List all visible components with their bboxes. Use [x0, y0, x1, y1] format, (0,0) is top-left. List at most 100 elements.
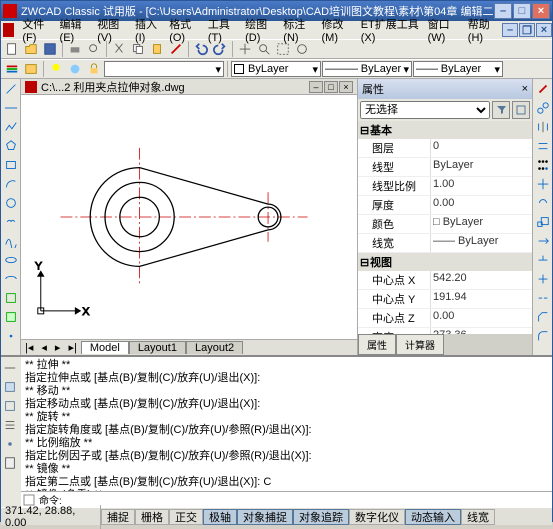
tab-calculator[interactable]: 计算器: [396, 334, 444, 355]
layer-state-button[interactable]: [22, 60, 40, 78]
scale-button[interactable]: [534, 213, 552, 231]
prop-row[interactable]: 线型比例1.00: [358, 177, 532, 196]
menu-help[interactable]: 帮助(H): [464, 16, 502, 44]
ellipse-button[interactable]: [2, 251, 20, 269]
array-button[interactable]: [534, 156, 552, 174]
menu-et[interactable]: ET扩展工具(X): [357, 16, 424, 44]
erase-button[interactable]: [534, 80, 552, 98]
id-button[interactable]: [1, 435, 19, 453]
freeze-icon[interactable]: [66, 60, 84, 78]
tab-layout2[interactable]: Layout2: [186, 341, 243, 354]
doc-close-button[interactable]: ×: [339, 81, 353, 93]
dist-button[interactable]: [1, 359, 19, 377]
rect-button[interactable]: [2, 156, 20, 174]
grid-toggle[interactable]: 栅格: [135, 509, 169, 525]
redo-button[interactable]: [211, 40, 229, 58]
undo-button[interactable]: [192, 40, 210, 58]
mdi-restore-button[interactable]: ❐: [519, 23, 535, 37]
close-button[interactable]: ×: [532, 3, 550, 19]
doc-min-button[interactable]: –: [309, 81, 323, 93]
lock-icon[interactable]: [85, 60, 103, 78]
prop-category[interactable]: ⊟基本: [358, 121, 532, 139]
zoom-window-button[interactable]: [274, 40, 292, 58]
point-button[interactable]: [2, 327, 20, 345]
copy-button[interactable]: [129, 40, 147, 58]
layout-next-button[interactable]: ▸: [51, 341, 65, 354]
line-button[interactable]: [2, 80, 20, 98]
paste-button[interactable]: [148, 40, 166, 58]
properties-close-button[interactable]: ×: [522, 83, 528, 95]
bulb-icon[interactable]: [47, 60, 65, 78]
break-button[interactable]: [534, 289, 552, 307]
osnap-toggle[interactable]: 对象捕捉: [237, 509, 293, 525]
prop-row[interactable]: 线宽—— ByLayer: [358, 234, 532, 253]
calc-button[interactable]: [1, 454, 19, 472]
command-log[interactable]: ** 拉伸 **指定拉伸点或 [基点(B)/复制(C)/放弃(U)/退出(X)]…: [21, 357, 552, 491]
fillet-button[interactable]: [534, 327, 552, 345]
mdi-minimize-button[interactable]: –: [502, 23, 518, 37]
prop-row[interactable]: 中心点 Z0.00: [358, 309, 532, 328]
layout-prev-button[interactable]: ◂: [37, 341, 51, 354]
pickadd-button[interactable]: [512, 101, 530, 119]
quickselect-button[interactable]: [492, 101, 510, 119]
prop-row[interactable]: 线型ByLayer: [358, 158, 532, 177]
tab-properties[interactable]: 属性: [358, 334, 396, 355]
arc-button[interactable]: [2, 175, 20, 193]
doc-max-button[interactable]: □: [324, 81, 338, 93]
properties-grid[interactable]: ⊟基本图层0线型ByLayer线型比例1.00厚度0.00颜色□ ByLayer…: [358, 121, 532, 334]
region-button[interactable]: [1, 397, 19, 415]
mirror-button[interactable]: [534, 118, 552, 136]
menu-modify[interactable]: 修改(M): [318, 16, 357, 44]
dyn-toggle[interactable]: 动态输入: [405, 509, 461, 525]
tab-layout1[interactable]: Layout1: [129, 341, 186, 354]
stretch-button[interactable]: [534, 232, 552, 250]
insert-button[interactable]: [2, 289, 20, 307]
zoom-button[interactable]: [255, 40, 273, 58]
move-button[interactable]: [534, 175, 552, 193]
trim-button[interactable]: [534, 251, 552, 269]
color-select[interactable]: ByLayer▾: [231, 61, 321, 77]
pan-button[interactable]: [236, 40, 254, 58]
layout-first-button[interactable]: |◂: [21, 341, 37, 354]
ellipse-arc-button[interactable]: [2, 270, 20, 288]
circle-button[interactable]: [2, 194, 20, 212]
selection-select[interactable]: 无选择: [360, 101, 490, 119]
ortho-toggle[interactable]: 正交: [169, 509, 203, 525]
chamfer-button[interactable]: [534, 308, 552, 326]
revcloud-button[interactable]: [2, 213, 20, 231]
tablet-toggle[interactable]: 数字化仪: [349, 509, 405, 525]
prop-row[interactable]: 中心点 Y191.94: [358, 290, 532, 309]
lineweight-select[interactable]: —— ByLayer▾: [413, 61, 503, 77]
prop-row[interactable]: 厚度0.00: [358, 196, 532, 215]
save-button[interactable]: [41, 40, 59, 58]
polar-toggle[interactable]: 极轴: [203, 509, 237, 525]
open-button[interactable]: [22, 40, 40, 58]
prop-row[interactable]: 中心点 X542.20: [358, 271, 532, 290]
match-button[interactable]: [167, 40, 185, 58]
prop-category[interactable]: ⊟视图: [358, 253, 532, 271]
menu-window[interactable]: 窗口(W): [424, 16, 464, 44]
copy-obj-button[interactable]: [534, 99, 552, 117]
tab-model[interactable]: Model: [81, 341, 129, 354]
new-button[interactable]: [3, 40, 21, 58]
polygon-button[interactable]: [2, 137, 20, 155]
zoom-prev-button[interactable]: [293, 40, 311, 58]
viewport[interactable]: X Y: [21, 95, 357, 339]
linetype-select[interactable]: ——— ByLayer▾: [322, 61, 412, 77]
xline-button[interactable]: [2, 99, 20, 117]
coordinates[interactable]: 371.42, 28.88, 0.00: [1, 505, 101, 529]
extend-button[interactable]: [534, 270, 552, 288]
layout-last-button[interactable]: ▸|: [64, 341, 80, 354]
otrack-toggle[interactable]: 对象追踪: [293, 509, 349, 525]
preview-button[interactable]: [85, 40, 103, 58]
layer-select[interactable]: ▾: [104, 61, 224, 77]
offset-button[interactable]: [534, 137, 552, 155]
maximize-button[interactable]: □: [513, 3, 531, 19]
rotate-button[interactable]: [534, 194, 552, 212]
snap-toggle[interactable]: 捕捉: [101, 509, 135, 525]
list-button[interactable]: [1, 416, 19, 434]
print-button[interactable]: [66, 40, 84, 58]
layer-props-button[interactable]: [3, 60, 21, 78]
lwt-toggle[interactable]: 线宽: [461, 509, 495, 525]
spline-button[interactable]: [2, 232, 20, 250]
